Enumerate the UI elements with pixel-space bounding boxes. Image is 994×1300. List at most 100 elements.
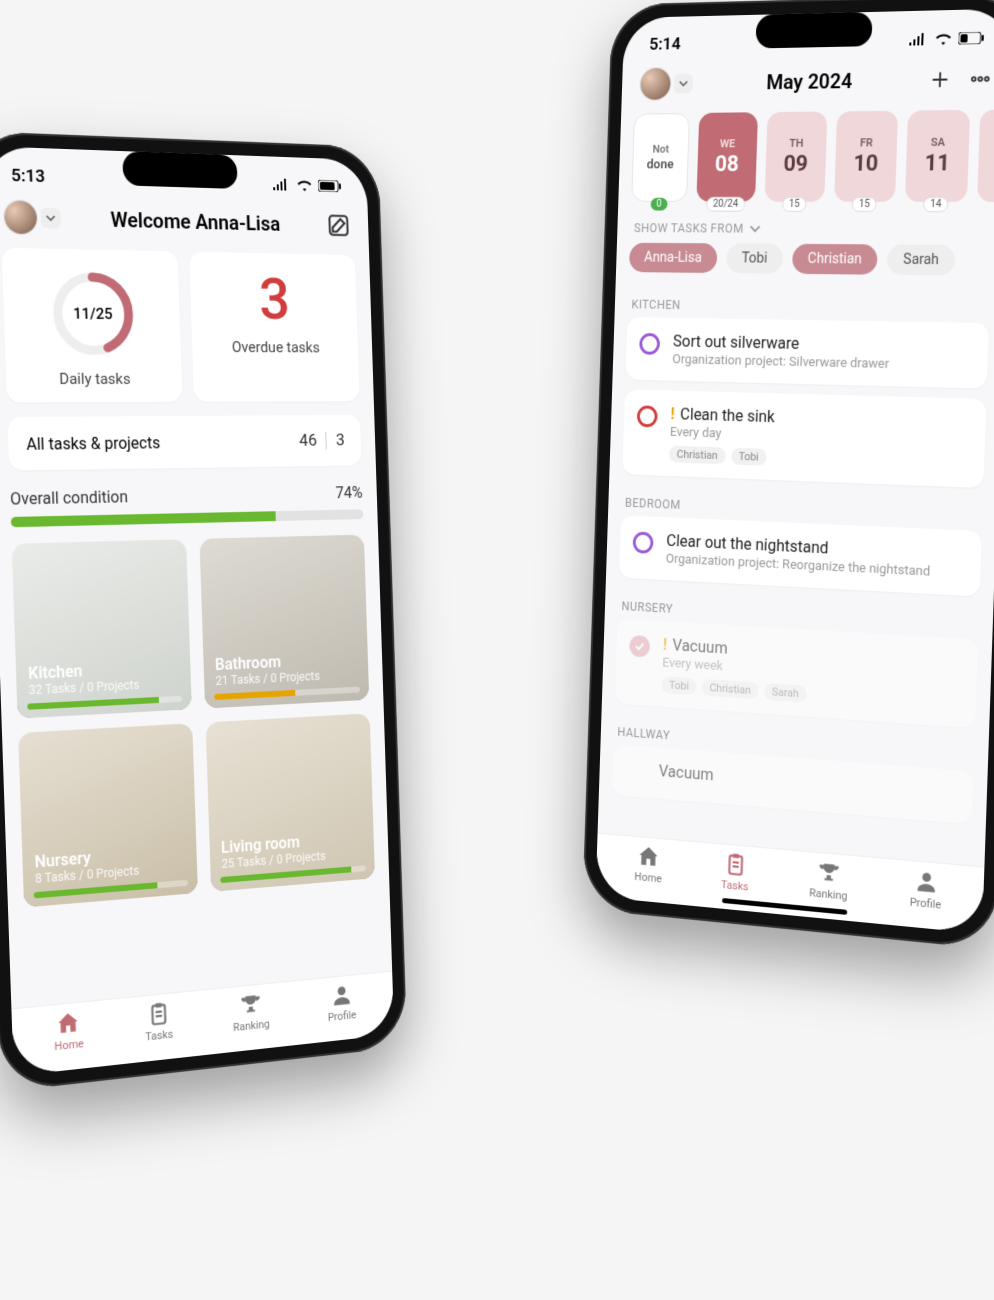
dynamic-island bbox=[122, 151, 238, 189]
tasks-screen: 5:14 May 2024 Not done bbox=[595, 8, 994, 933]
assignee-tags: Christian Tobi bbox=[669, 446, 970, 474]
day-cell[interactable]: SA 11 14 bbox=[905, 110, 970, 202]
task-title-text: Clean the sink bbox=[680, 405, 775, 427]
person-chip[interactable]: Anna-Lisa bbox=[629, 243, 718, 273]
day-strip[interactable]: Not done 0 WE 08 20/24 TH 09 15 FR 10 15… bbox=[618, 105, 994, 214]
tab-ranking[interactable]: Ranking bbox=[232, 990, 270, 1034]
room-name: Nursery bbox=[34, 844, 139, 871]
assignee-tag: Sarah bbox=[764, 683, 807, 703]
priority-icon: ! bbox=[663, 635, 668, 654]
rooms-grid: Kitchen 32 Tasks / 0 Projects Bathroom 2… bbox=[0, 519, 392, 1002]
tab-label: Home bbox=[54, 1037, 84, 1053]
avatar bbox=[640, 68, 671, 100]
person-chip[interactable]: Tobi bbox=[726, 243, 783, 273]
day-num: 09 bbox=[783, 152, 808, 177]
room-name: Kitchen bbox=[28, 659, 139, 683]
day-cell[interactable]: TH 09 15 bbox=[765, 111, 828, 201]
assignee-tag: Tobi bbox=[661, 676, 696, 695]
wifi-icon bbox=[296, 179, 313, 191]
day-name: WE bbox=[720, 137, 735, 150]
task-checkbox[interactable] bbox=[637, 405, 658, 427]
day-name: SA bbox=[931, 136, 946, 149]
tab-tasks[interactable]: Tasks bbox=[144, 1000, 173, 1044]
daily-gauge: 11/25 bbox=[47, 267, 138, 360]
battery-icon bbox=[318, 180, 342, 193]
day-cell[interactable]: SU 12 18 bbox=[977, 109, 994, 202]
overdue-card[interactable]: 3 Overdue tasks bbox=[189, 252, 360, 402]
welcome-title: Welcome Anna-Lisa bbox=[110, 207, 281, 235]
all-tasks-label: All tasks & projects bbox=[26, 433, 160, 454]
overall-pct: 74% bbox=[335, 483, 362, 502]
tab-profile[interactable]: Profile bbox=[327, 981, 357, 1024]
task-row[interactable]: Sort out silverware Organization project… bbox=[625, 317, 989, 389]
tab-home[interactable]: Home bbox=[53, 1009, 84, 1054]
task-checkbox[interactable] bbox=[633, 531, 654, 553]
tab-label: Tasks bbox=[721, 878, 749, 893]
day-badge: 20/24 bbox=[706, 197, 745, 212]
tab-label: Profile bbox=[328, 1008, 357, 1024]
home-icon bbox=[55, 1009, 82, 1038]
plus-icon[interactable] bbox=[929, 68, 952, 91]
trophy-icon bbox=[238, 990, 263, 1018]
priority-icon: ! bbox=[670, 404, 675, 423]
task-row[interactable]: ! Clean the sink Every day Christian Tob… bbox=[622, 389, 986, 488]
clipboard-icon bbox=[723, 851, 749, 879]
day-num: 10 bbox=[853, 151, 879, 176]
check-icon bbox=[634, 640, 645, 652]
not-done-pill[interactable]: Not done 0 bbox=[631, 113, 690, 202]
task-checkbox-done[interactable] bbox=[629, 635, 650, 658]
status-time: 5:13 bbox=[11, 166, 46, 188]
person-chip[interactable]: Sarah bbox=[887, 244, 956, 275]
daily-tasks-card[interactable]: 11/25 Daily tasks bbox=[2, 248, 183, 403]
daily-label: Daily tasks bbox=[59, 370, 131, 388]
more-icon[interactable] bbox=[969, 68, 992, 91]
tab-tasks[interactable]: Tasks bbox=[721, 850, 750, 893]
person-chip[interactable]: Christian bbox=[792, 244, 878, 275]
tab-profile[interactable]: Profile bbox=[910, 867, 943, 911]
room-card-living[interactable]: Living room 25 Tasks / 0 Projects bbox=[206, 713, 375, 892]
all-projects-count: 3 bbox=[336, 431, 345, 451]
room-card-bathroom[interactable]: Bathroom 21 Tasks / 0 Projects bbox=[199, 535, 369, 709]
assignee-tag: Tobi bbox=[731, 448, 767, 466]
day-cell[interactable]: FR 10 15 bbox=[834, 111, 898, 202]
home-header: Welcome Anna-Lisa bbox=[0, 194, 369, 256]
chevron-down-icon bbox=[674, 74, 693, 94]
day-cell[interactable]: WE 08 20/24 bbox=[696, 112, 758, 202]
assignee-tags: Tobi Christian Sarah bbox=[661, 676, 962, 713]
chevron-down-icon bbox=[40, 208, 61, 229]
avatar-dropdown[interactable] bbox=[4, 200, 61, 234]
day-name: FR bbox=[860, 136, 873, 149]
task-title: Vacuum bbox=[658, 761, 959, 804]
tab-label: Ranking bbox=[233, 1017, 270, 1034]
show-from-toggle[interactable]: SHOW TASKS FROM bbox=[617, 213, 994, 245]
all-tasks-counts: 46 3 bbox=[299, 431, 345, 451]
compose-icon[interactable] bbox=[326, 212, 350, 238]
tab-label: Profile bbox=[910, 896, 942, 912]
phone-home: 5:13 Welcome Anna-Lisa bbox=[0, 131, 407, 1092]
room-sub: 8 Tasks / 0 Projects bbox=[35, 864, 139, 886]
room-card-nursery[interactable]: Nursery 8 Tasks / 0 Projects bbox=[18, 723, 198, 907]
day-badge: 15 bbox=[852, 197, 877, 212]
assignee-tag: Christian bbox=[669, 446, 726, 465]
overall-label: Overall condition bbox=[10, 487, 128, 509]
chevron-down-icon bbox=[749, 223, 761, 235]
tab-bar: Home Tasks Ranking Profile bbox=[595, 833, 984, 934]
task-checkbox[interactable] bbox=[639, 333, 660, 355]
battery-icon bbox=[958, 32, 985, 45]
room-card-kitchen[interactable]: Kitchen 32 Tasks / 0 Projects bbox=[12, 539, 192, 718]
assignee-tag: Christian bbox=[702, 679, 759, 700]
wifi-icon bbox=[934, 32, 952, 45]
task-title-text: Vacuum bbox=[672, 636, 728, 658]
day-badge: 14 bbox=[923, 197, 949, 212]
profile-icon bbox=[329, 981, 353, 1009]
all-tasks-row[interactable]: All tasks & projects 46 3 bbox=[7, 415, 361, 471]
signal-icon bbox=[908, 33, 928, 46]
tab-label: Tasks bbox=[145, 1028, 173, 1044]
tab-home[interactable]: Home bbox=[634, 843, 663, 886]
tab-ranking[interactable]: Ranking bbox=[809, 858, 849, 903]
avatar-dropdown[interactable] bbox=[640, 68, 693, 100]
room-progress bbox=[27, 697, 159, 710]
overdue-label: Overdue tasks bbox=[232, 338, 320, 356]
tab-label: Ranking bbox=[809, 886, 848, 903]
month-title[interactable]: May 2024 bbox=[766, 69, 853, 94]
